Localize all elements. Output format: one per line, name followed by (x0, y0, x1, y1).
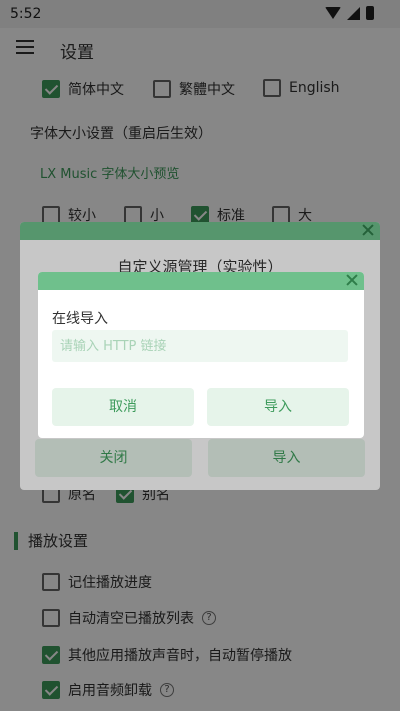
online-import-dialog: 在线导入 取消 导入 (38, 272, 364, 438)
url-input[interactable] (52, 330, 348, 362)
cancel-button[interactable]: 取消 (52, 388, 194, 426)
dialog-label: 在线导入 (52, 311, 108, 327)
dialog-header (38, 272, 364, 290)
close-icon[interactable] (345, 273, 359, 287)
import-button[interactable]: 导入 (207, 388, 349, 426)
